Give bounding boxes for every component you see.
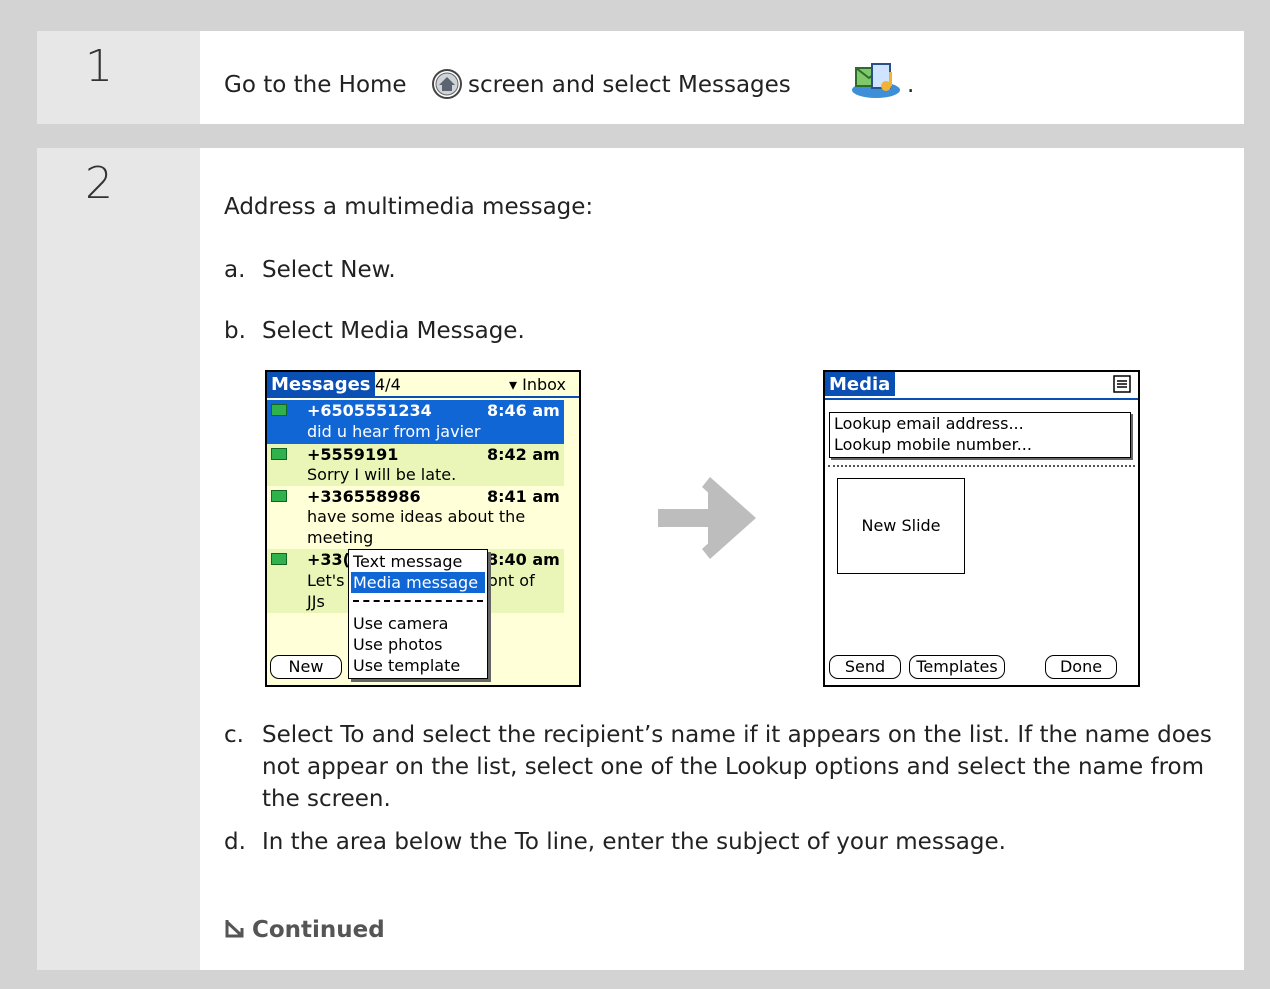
- message-from: +336558986: [307, 487, 421, 506]
- message-preview: have some ideas about the: [307, 507, 526, 526]
- menu-item-use-template[interactable]: Use template: [351, 655, 485, 676]
- substep-d: d. In the area below the To line, enter t…: [224, 829, 1006, 855]
- message-time: 8:40 am: [487, 550, 560, 569]
- step-number-cell: 1: [37, 31, 200, 124]
- message-from: +33(: [307, 550, 350, 569]
- messages-icon: [852, 63, 900, 98]
- envelope-icon: [271, 404, 287, 416]
- dotted-separator: [828, 465, 1135, 467]
- message-row[interactable]: +6505551234 8:46 am did u hear from javi…: [267, 400, 564, 444]
- message-row[interactable]: +336558986 8:41 am have some ideas about…: [267, 486, 564, 548]
- message-preview-line2: JJs: [307, 592, 325, 611]
- message-preview-tail: ont of: [488, 571, 535, 590]
- menu-item-use-photos[interactable]: Use photos: [351, 634, 485, 655]
- substep-text: Select New.: [262, 257, 396, 283]
- message-preview: did u hear from javier: [307, 422, 481, 441]
- substep-b: b. Select Media Message.: [224, 318, 525, 344]
- lookup-mobile-item[interactable]: Lookup mobile number...: [834, 435, 1032, 454]
- message-from: +5559191: [307, 445, 399, 464]
- continued-link[interactable]: Continued: [224, 917, 385, 943]
- folder-label: Inbox: [522, 375, 566, 394]
- menu-item-use-camera[interactable]: Use camera: [351, 613, 485, 634]
- arrow-down-right-icon: [224, 917, 252, 943]
- new-button[interactable]: New: [270, 655, 342, 679]
- step1-text-middle: screen and select Messages: [468, 72, 791, 98]
- message-count: 4/4: [375, 375, 401, 394]
- message-time: 8:42 am: [487, 445, 560, 464]
- step1-text-end: .: [907, 72, 915, 98]
- title-underline: [267, 396, 579, 398]
- step2-intro: Address a multimedia message:: [224, 194, 594, 220]
- message-from: +6505551234: [307, 401, 432, 420]
- message-preview-line2: meeting: [307, 528, 374, 547]
- new-message-menu: Text message Media message Use camera Us…: [348, 549, 488, 679]
- send-button[interactable]: Send: [829, 655, 901, 679]
- substep-text: Select To and select the recipient’s nam…: [262, 722, 1212, 812]
- envelope-icon: [271, 553, 287, 565]
- message-row[interactable]: +5559191 8:42 am Sorry I will be late.: [267, 444, 564, 486]
- menu-icon[interactable]: [1113, 375, 1131, 393]
- step1-text-before: Go to the Home: [224, 72, 407, 98]
- home-icon: [432, 69, 462, 99]
- substep-label: d.: [224, 829, 246, 855]
- substep-c: c. Select To and select the recipient’s …: [224, 719, 1224, 815]
- substep-text: In the area below the To line, enter the…: [262, 829, 1006, 855]
- screen-title: Messages: [267, 372, 375, 396]
- media-screen: Media Lookup email address... Lookup mob…: [823, 370, 1140, 687]
- lookup-email-item[interactable]: Lookup email address...: [834, 414, 1024, 433]
- arrow-right-icon: [658, 477, 756, 559]
- substep-label: a.: [224, 257, 246, 283]
- envelope-icon: [271, 490, 287, 502]
- menu-item-text-message[interactable]: Text message: [351, 551, 485, 572]
- templates-button[interactable]: Templates: [909, 655, 1005, 679]
- message-time: 8:41 am: [487, 487, 560, 506]
- substep-label: b.: [224, 318, 246, 344]
- message-time: 8:46 am: [487, 401, 560, 420]
- new-slide-box[interactable]: New Slide: [837, 478, 965, 574]
- screen-title: Media: [825, 372, 895, 396]
- envelope-icon: [271, 448, 287, 460]
- substep-a: a. Select New.: [224, 257, 396, 283]
- step-number: 2: [85, 158, 113, 209]
- lookup-menu: Lookup email address... Lookup mobile nu…: [829, 412, 1131, 458]
- substep-text: Select Media Message.: [262, 318, 525, 344]
- substep-label: c.: [224, 722, 244, 748]
- message-preview: Let's: [307, 571, 345, 590]
- message-preview: Sorry I will be late.: [307, 465, 457, 484]
- step-number: 1: [85, 41, 113, 92]
- continued-label: Continued: [252, 917, 385, 943]
- messages-screen: Messages 4/4 ▾ Inbox +6505551234 8:46 am…: [265, 370, 581, 687]
- folder-picker[interactable]: ▾ Inbox: [509, 375, 566, 394]
- title-underline: [825, 398, 1138, 400]
- menu-item-media-message[interactable]: Media message: [351, 572, 485, 593]
- done-button[interactable]: Done: [1045, 655, 1117, 679]
- triangle-down-icon: ▾: [509, 375, 518, 394]
- menu-separator: [353, 600, 483, 602]
- step-number-cell: 2: [37, 148, 200, 970]
